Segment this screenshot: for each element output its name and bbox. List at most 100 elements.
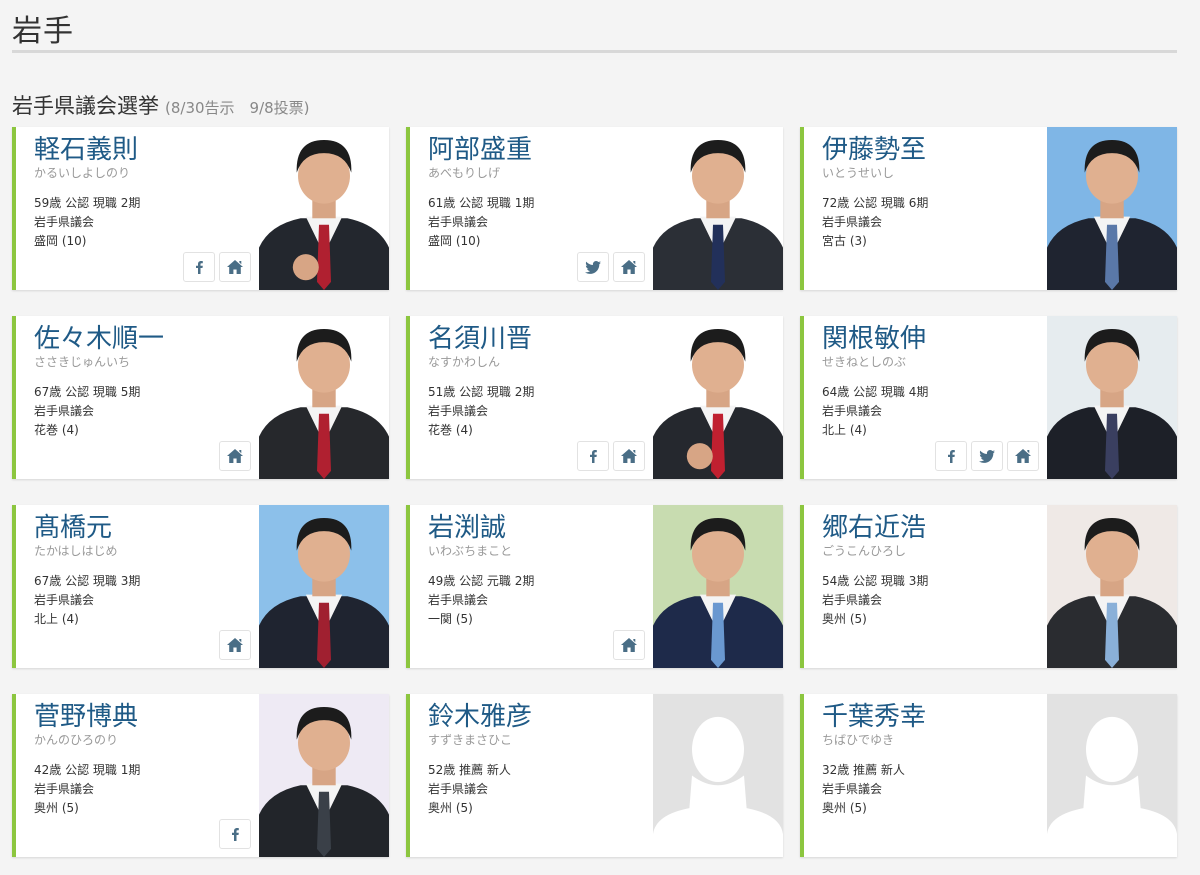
- candidate-kana: せきねとしのぶ: [822, 355, 907, 369]
- candidate-district: 奥州 (5): [428, 801, 473, 815]
- home-link-button[interactable]: [1007, 441, 1039, 471]
- twitter-icon: [585, 260, 601, 274]
- candidate-district: 花巻 (4): [428, 423, 473, 437]
- candidate-name[interactable]: 菅野博典: [34, 700, 254, 734]
- candidate-name[interactable]: 名須川晋: [428, 322, 648, 356]
- candidate-assembly: 岩手県議会: [34, 404, 95, 418]
- candidate-assembly: 岩手県議会: [822, 593, 883, 607]
- candidate-age-status: 59歳 公認 現職 2期: [34, 196, 141, 210]
- candidate-name[interactable]: 髙橋元: [34, 511, 254, 545]
- candidate-details: 52歳 推薦 新人 岩手県議会 奥州 (5): [428, 761, 648, 818]
- candidate-kana: なすかわしん: [428, 355, 501, 369]
- home-link-button[interactable]: [613, 630, 645, 660]
- candidate-info: 名須川晋 なすかわしん 51歳 公認 現職 2期 岩手県議会 花巻 (4): [428, 322, 648, 440]
- section-subtitle: (8/30告示 9/8投票): [165, 99, 310, 117]
- candidate-info: 佐々木順一 ささきじゅんいち 67歳 公認 現職 5期 岩手県議会 花巻 (4): [34, 322, 254, 440]
- home-icon: [227, 638, 243, 652]
- placeholder-avatar: [1047, 694, 1177, 857]
- candidate-card[interactable]: 鈴木雅彦 すずきまさひこ 52歳 推薦 新人 岩手県議会 奥州 (5): [406, 694, 783, 857]
- twitter-link-button[interactable]: [577, 252, 609, 282]
- candidate-info: 髙橋元 たかはしはじめ 67歳 公認 現職 3期 岩手県議会 北上 (4): [34, 511, 254, 629]
- candidate-card[interactable]: 名須川晋 なすかわしん 51歳 公認 現職 2期 岩手県議会 花巻 (4): [406, 316, 783, 479]
- candidate-kana: ごうこんひろし: [822, 544, 907, 558]
- candidate-card[interactable]: 阿部盛重 あべもりしげ 61歳 公認 現職 1期 岩手県議会 盛岡 (10): [406, 127, 783, 290]
- section-title: 岩手県議会選挙 (8/30告示 9/8投票): [12, 90, 310, 120]
- candidate-links: [577, 252, 645, 282]
- candidate-card[interactable]: 関根敏伸 せきねとしのぶ 64歳 公認 現職 4期 岩手県議会 北上 (4): [800, 316, 1177, 479]
- candidate-details: 54歳 公認 現職 3期 岩手県議会 奥州 (5): [822, 572, 1042, 629]
- candidate-photo: [259, 505, 389, 668]
- candidate-age-status: 67歳 公認 現職 3期: [34, 574, 141, 588]
- candidate-info: 伊藤勢至 いとうせいし 72歳 公認 現職 6期 岩手県議会 宮古 (3): [822, 133, 1042, 251]
- candidate-kana: かんのひろのり: [34, 733, 119, 747]
- candidate-name[interactable]: 伊藤勢至: [822, 133, 1042, 167]
- candidate-name[interactable]: 関根敏伸: [822, 322, 1042, 356]
- facebook-link-button[interactable]: [577, 441, 609, 471]
- candidate-info: 千葉秀幸 ちばひでゆき 32歳 推薦 新人 岩手県議会 奥州 (5): [822, 700, 1042, 818]
- candidate-district: 奥州 (5): [822, 612, 867, 626]
- candidate-age-status: 54歳 公認 現職 3期: [822, 574, 929, 588]
- home-icon: [227, 260, 243, 274]
- candidate-age-status: 51歳 公認 現職 2期: [428, 385, 535, 399]
- candidate-info: 軽石義則 かるいしよしのり 59歳 公認 現職 2期 岩手県議会 盛岡 (10): [34, 133, 254, 251]
- candidate-age-status: 32歳 推薦 新人: [822, 763, 905, 777]
- candidate-name[interactable]: 阿部盛重: [428, 133, 648, 167]
- candidate-name[interactable]: 千葉秀幸: [822, 700, 1042, 734]
- candidate-name[interactable]: 軽石義則: [34, 133, 254, 167]
- facebook-icon: [945, 449, 957, 463]
- home-link-button[interactable]: [613, 441, 645, 471]
- candidate-kana: すずきまさひこ: [428, 733, 513, 747]
- candidate-details: 51歳 公認 現職 2期 岩手県議会 花巻 (4): [428, 383, 648, 440]
- home-link-button[interactable]: [219, 252, 251, 282]
- candidate-details: 67歳 公認 現職 5期 岩手県議会 花巻 (4): [34, 383, 254, 440]
- candidate-age-status: 64歳 公認 現職 4期: [822, 385, 929, 399]
- candidate-age-status: 61歳 公認 現職 1期: [428, 196, 535, 210]
- candidate-name[interactable]: 郷右近浩: [822, 511, 1042, 545]
- home-icon: [621, 638, 637, 652]
- home-link-button[interactable]: [219, 441, 251, 471]
- candidate-district: 宮古 (3): [822, 234, 867, 248]
- candidate-info: 郷右近浩 ごうこんひろし 54歳 公認 現職 3期 岩手県議会 奥州 (5): [822, 511, 1042, 629]
- facebook-link-button[interactable]: [183, 252, 215, 282]
- candidate-info: 阿部盛重 あべもりしげ 61歳 公認 現職 1期 岩手県議会 盛岡 (10): [428, 133, 648, 251]
- candidate-details: 61歳 公認 現職 1期 岩手県議会 盛岡 (10): [428, 194, 648, 251]
- candidate-details: 67歳 公認 現職 3期 岩手県議会 北上 (4): [34, 572, 254, 629]
- candidate-details: 64歳 公認 現職 4期 岩手県議会 北上 (4): [822, 383, 1042, 440]
- candidate-card[interactable]: 郷右近浩 ごうこんひろし 54歳 公認 現職 3期 岩手県議会 奥州 (5): [800, 505, 1177, 668]
- home-icon: [621, 260, 637, 274]
- candidate-photo: [653, 316, 783, 479]
- candidate-photo: [1047, 505, 1177, 668]
- candidate-kana: かるいしよしのり: [34, 166, 131, 180]
- candidate-card[interactable]: 岩渕誠 いわぶちまこと 49歳 公認 元職 2期 岩手県議会 一関 (5): [406, 505, 783, 668]
- candidate-district: 奥州 (5): [822, 801, 867, 815]
- candidate-age-status: 52歳 推薦 新人: [428, 763, 511, 777]
- candidate-photo: [653, 127, 783, 290]
- candidate-assembly: 岩手県議会: [34, 215, 95, 229]
- candidate-name[interactable]: 岩渕誠: [428, 511, 648, 545]
- candidate-card[interactable]: 髙橋元 たかはしはじめ 67歳 公認 現職 3期 岩手県議会 北上 (4): [12, 505, 389, 668]
- candidate-card[interactable]: 千葉秀幸 ちばひでゆき 32歳 推薦 新人 岩手県議会 奥州 (5): [800, 694, 1177, 857]
- candidate-kana: ちばひでゆき: [822, 733, 895, 747]
- candidate-name[interactable]: 佐々木順一: [34, 322, 254, 356]
- candidate-district: 北上 (4): [822, 423, 867, 437]
- candidate-links: [577, 441, 645, 471]
- facebook-link-button[interactable]: [935, 441, 967, 471]
- home-link-button[interactable]: [219, 630, 251, 660]
- candidate-card[interactable]: 菅野博典 かんのひろのり 42歳 公認 現職 1期 岩手県議会 奥州 (5): [12, 694, 389, 857]
- candidate-name[interactable]: 鈴木雅彦: [428, 700, 648, 734]
- candidate-age-status: 67歳 公認 現職 5期: [34, 385, 141, 399]
- home-link-button[interactable]: [613, 252, 645, 282]
- candidate-card[interactable]: 軽石義則 かるいしよしのり 59歳 公認 現職 2期 岩手県議会 盛岡 (10): [12, 127, 389, 290]
- candidate-links: [183, 252, 251, 282]
- twitter-link-button[interactable]: [971, 441, 1003, 471]
- candidate-info: 岩渕誠 いわぶちまこと 49歳 公認 元職 2期 岩手県議会 一関 (5): [428, 511, 648, 629]
- candidate-card[interactable]: 佐々木順一 ささきじゅんいち 67歳 公認 現職 5期 岩手県議会 花巻 (4): [12, 316, 389, 479]
- candidate-kana: たかはしはじめ: [34, 544, 118, 558]
- facebook-link-button[interactable]: [219, 819, 251, 849]
- candidate-card[interactable]: 伊藤勢至 いとうせいし 72歳 公認 現職 6期 岩手県議会 宮古 (3): [800, 127, 1177, 290]
- candidate-photo: [1047, 316, 1177, 479]
- candidate-kana: いとうせいし: [822, 166, 895, 180]
- candidate-grid: 軽石義則 かるいしよしのり 59歳 公認 現職 2期 岩手県議会 盛岡 (10): [12, 127, 1177, 857]
- candidate-links: [219, 630, 251, 660]
- candidate-details: 59歳 公認 現職 2期 岩手県議会 盛岡 (10): [34, 194, 254, 251]
